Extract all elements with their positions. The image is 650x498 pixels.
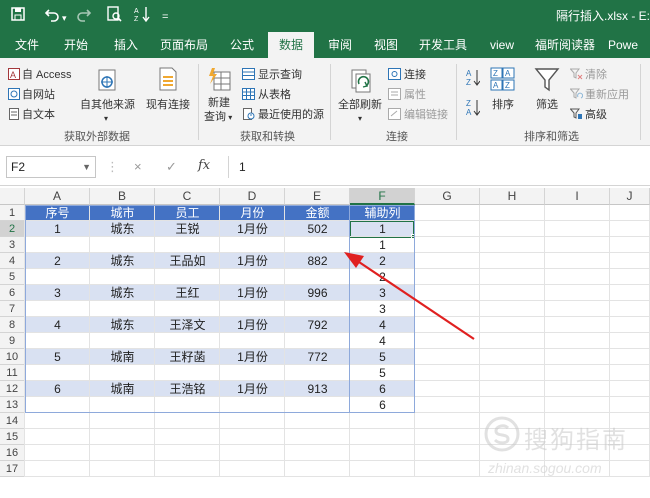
new-query-button[interactable]: 查询 ▾ <box>204 110 232 125</box>
refresh-all-dropdown-icon[interactable]: ▾ <box>358 112 362 126</box>
group-separator <box>456 64 457 140</box>
svg-text:A: A <box>10 70 16 80</box>
clear-filter-icon <box>570 68 583 80</box>
reapply-icon <box>570 88 583 99</box>
formula-bar-grip-icon: ⋮ <box>106 159 119 174</box>
svg-text:Z: Z <box>466 78 471 86</box>
tab-file[interactable]: 文件 <box>6 32 48 58</box>
new-query-icon <box>206 66 232 99</box>
edit-links-icon <box>388 108 401 120</box>
svg-text:Z: Z <box>493 69 498 78</box>
tab-view-plugin[interactable]: view <box>480 32 524 58</box>
sort-dialog-icon: ZAAZ <box>490 66 516 99</box>
sort-z-to-a-icon[interactable]: ZA <box>466 98 481 121</box>
filter-icon <box>534 66 560 99</box>
properties-button[interactable]: 属性 <box>388 86 426 102</box>
edit-links-button[interactable]: 编辑链接 <box>388 106 448 122</box>
from-text-button[interactable]: 自文本 <box>8 106 55 122</box>
connections-button[interactable]: 连接 <box>388 66 426 82</box>
tab-home[interactable]: 开始 <box>54 32 98 58</box>
advanced-filter-button[interactable]: 高级 <box>570 106 607 122</box>
filter-button[interactable]: 筛选 <box>536 98 558 112</box>
tab-page-layout[interactable]: 页面布局 <box>154 32 214 58</box>
watermark-text: 搜狗指南 <box>524 427 628 454</box>
tab-data[interactable]: 数据 <box>268 32 314 58</box>
group-label-get-transform: 获取和转换 <box>240 131 295 143</box>
watermark-url: zhinan.sogou.com <box>488 460 602 476</box>
save-icon[interactable] <box>10 6 26 26</box>
group-label-external-data: 获取外部数据 <box>64 131 130 143</box>
svg-text:Z: Z <box>134 16 139 22</box>
svg-text:Z: Z <box>466 99 471 108</box>
tab-review[interactable]: 审阅 <box>318 32 362 58</box>
print-preview-icon[interactable] <box>106 6 122 26</box>
tab-formulas[interactable]: 公式 <box>220 32 264 58</box>
svg-text:A: A <box>505 69 511 78</box>
group-label-connections: 连接 <box>386 131 408 143</box>
tab-developer[interactable]: 开发工具 <box>412 32 474 58</box>
sort-ascending-icon[interactable]: AZ <box>134 6 152 26</box>
tab-view[interactable]: 视图 <box>364 32 408 58</box>
ribbon-tabs: 文件 开始 插入 页面布局 公式 数据 审阅 视图 开发工具 view 福昕阅读… <box>0 32 650 58</box>
sort-a-to-z-icon[interactable]: AZ <box>466 68 481 91</box>
title-bar: ▾ AZ = 隔行插入.xlsx - E: <box>0 0 650 32</box>
name-box-dropdown-icon[interactable]: ▼ <box>82 157 91 177</box>
svg-text:A: A <box>493 81 499 90</box>
advanced-filter-icon <box>570 108 582 119</box>
existing-connections-button[interactable]: 现有连接 <box>146 98 190 112</box>
other-sources-button[interactable]: 自其他来源 <box>80 98 135 112</box>
insert-function-icon[interactable]: fx <box>198 158 210 173</box>
sort-button[interactable]: 排序 <box>492 98 514 112</box>
name-box[interactable]: F2 ▼ <box>6 156 96 178</box>
svg-text:A: A <box>134 8 139 15</box>
svg-text:Z: Z <box>505 81 510 90</box>
enter-icon[interactable]: ✓ <box>166 159 177 175</box>
show-queries-button[interactable]: 显示查询 <box>242 66 302 82</box>
text-file-icon <box>9 108 19 120</box>
recent-sources-icon <box>243 108 255 120</box>
group-separator <box>198 64 199 140</box>
ribbon-data: A自 Access 自网站 自文本 自其他来源 ▾ 现有连接 获取外部数据 新建… <box>0 58 650 146</box>
tab-insert[interactable]: 插入 <box>104 32 148 58</box>
svg-text:A: A <box>466 108 472 116</box>
group-separator <box>640 64 641 140</box>
from-table-button[interactable]: 从表格 <box>242 86 291 102</box>
refresh-all-icon <box>348 66 374 99</box>
watermark: 搜狗指南 zhinan.sogou.com <box>480 416 640 486</box>
new-query-label-line1[interactable]: 新建 <box>208 96 230 110</box>
other-sources-icon <box>96 68 120 101</box>
formula-bar: F2 ▼ ⋮ × ✓ fx 1 <box>0 146 650 186</box>
svg-text:A: A <box>466 69 472 78</box>
table-icon <box>242 88 255 100</box>
from-access-button[interactable]: A自 Access <box>8 66 72 82</box>
web-icon <box>8 88 20 100</box>
undo-dropdown-icon[interactable]: ▾ <box>62 9 67 27</box>
formula-input[interactable]: 1 <box>228 156 650 178</box>
window-title: 隔行插入.xlsx - E: <box>556 9 650 23</box>
existing-connections-icon <box>156 66 180 99</box>
redo-icon[interactable] <box>76 6 92 26</box>
customize-quick-access-icon[interactable]: = <box>162 8 168 26</box>
refresh-all-button[interactable]: 全部刷新 <box>338 98 382 112</box>
undo-icon[interactable] <box>44 6 60 26</box>
tab-foxit-reader[interactable]: 福昕阅读器 <box>530 32 600 58</box>
sogou-logo-icon <box>484 416 520 452</box>
group-label-sort-filter: 排序和筛选 <box>524 131 579 143</box>
tab-power[interactable]: Powe <box>608 32 650 58</box>
other-sources-dropdown-icon[interactable]: ▾ <box>104 112 108 126</box>
from-web-button[interactable]: 自网站 <box>8 86 55 102</box>
reapply-button[interactable]: 重新应用 <box>570 86 629 102</box>
show-queries-icon <box>242 68 255 80</box>
clear-filter-button[interactable]: 清除 <box>570 66 607 82</box>
access-icon: A <box>8 68 20 80</box>
cancel-icon[interactable]: × <box>134 159 142 174</box>
connections-icon <box>388 68 401 80</box>
recent-sources-button[interactable]: 最近使用的源 <box>242 106 324 122</box>
properties-icon <box>388 88 401 100</box>
group-separator <box>330 64 331 140</box>
